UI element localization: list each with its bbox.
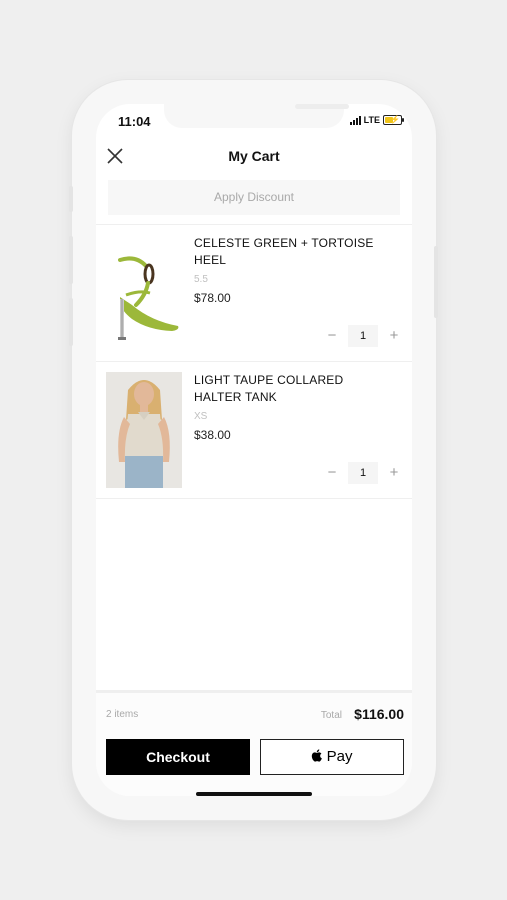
apply-discount-button[interactable]: Apply Discount bbox=[108, 180, 400, 215]
quantity-stepper: − 1 + bbox=[322, 462, 404, 484]
status-time: 11:04 bbox=[118, 114, 151, 129]
product-price: $78.00 bbox=[194, 291, 231, 305]
status-icons: LTE ⚡ bbox=[349, 115, 404, 125]
product-price: $38.00 bbox=[194, 428, 231, 442]
divider bbox=[96, 224, 412, 225]
product-size: XS bbox=[194, 411, 208, 422]
total-label: Total bbox=[320, 710, 342, 721]
quantity-value[interactable]: 1 bbox=[348, 462, 378, 484]
apple-pay-button[interactable]: Pay bbox=[260, 739, 404, 775]
phone-notch bbox=[164, 104, 349, 128]
app-screen: 11:04 LTE ⚡ My Cart Apply Discount CELES… bbox=[96, 104, 412, 796]
product-name[interactable]: CELESTE GREEN + TORTOISE HEEL bbox=[194, 235, 374, 269]
quantity-value[interactable]: 1 bbox=[348, 325, 378, 347]
divider bbox=[96, 361, 412, 362]
checkout-button[interactable]: Checkout bbox=[106, 739, 250, 775]
items-count: 2 items bbox=[106, 709, 139, 720]
product-size: 5.5 bbox=[194, 274, 208, 285]
apple-icon bbox=[312, 749, 323, 762]
apple-pay-label: Pay bbox=[326, 748, 353, 765]
home-indicator[interactable] bbox=[196, 792, 312, 796]
phone-volume-down bbox=[69, 298, 73, 346]
phone-silent-switch bbox=[69, 186, 73, 212]
signal-icon bbox=[349, 115, 361, 125]
increase-quantity-button[interactable]: + bbox=[384, 326, 404, 346]
battery-charging-icon: ⚡ bbox=[383, 115, 404, 125]
network-label: LTE bbox=[363, 115, 380, 125]
page-title: My Cart bbox=[228, 148, 280, 164]
phone-power-button bbox=[434, 246, 438, 318]
total-value: $116.00 bbox=[354, 706, 404, 722]
quantity-stepper: − 1 + bbox=[322, 325, 404, 347]
increase-quantity-button[interactable]: + bbox=[384, 463, 404, 483]
decrease-quantity-button[interactable]: − bbox=[322, 463, 342, 483]
divider bbox=[96, 498, 412, 499]
product-image-heel[interactable] bbox=[106, 235, 182, 351]
phone-volume-up bbox=[69, 236, 73, 284]
speaker-grille bbox=[295, 104, 349, 109]
cart-footer: 2 items Total $116.00 Checkout Pay bbox=[96, 690, 412, 796]
product-name[interactable]: LIGHT TAUPE COLLARED HALTER TANK bbox=[194, 372, 374, 406]
decrease-quantity-button[interactable]: − bbox=[322, 326, 342, 346]
product-image-tank[interactable] bbox=[106, 372, 182, 488]
